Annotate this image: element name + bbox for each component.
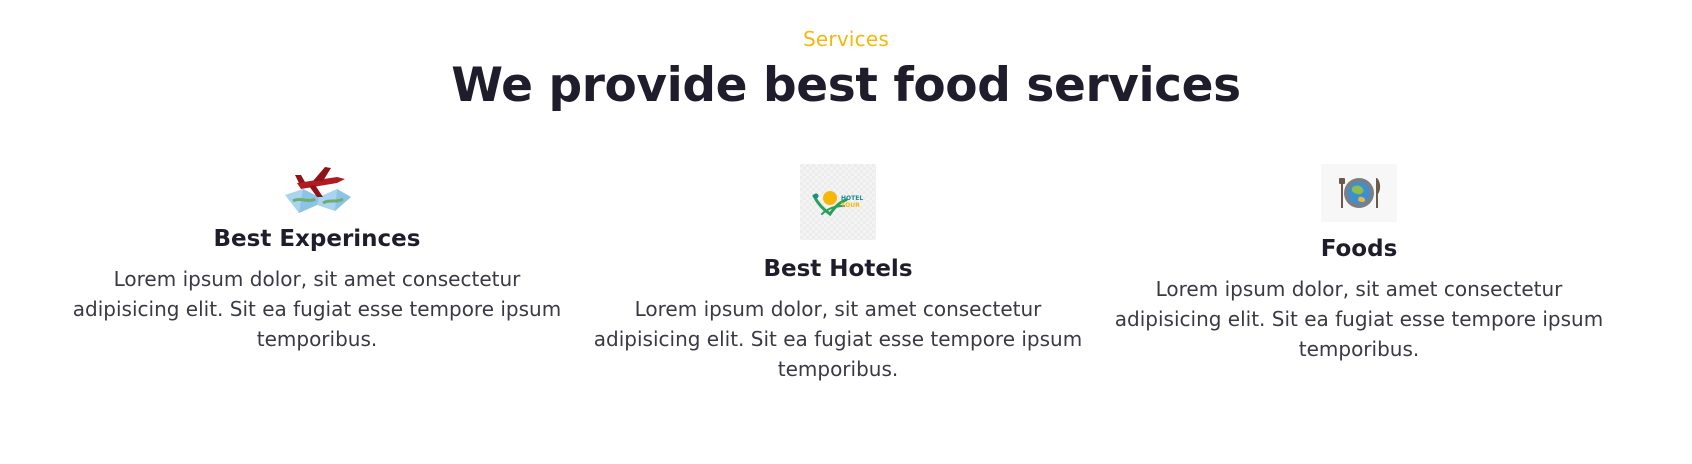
service-card-experiences: Best Experinces Lorem ipsum dolor, sit a… bbox=[57, 165, 577, 354]
service-card-title: Best Experinces bbox=[213, 226, 421, 252]
service-card-foods: Foods Lorem ipsum dolor, sit amet consec… bbox=[1099, 164, 1619, 364]
service-card-hotels: HOTEL TOUR Best Hotels Lorem ipsum dolor… bbox=[578, 164, 1098, 384]
service-card-title: Foods bbox=[1320, 236, 1398, 262]
globe-plate-icon bbox=[1321, 164, 1397, 222]
airplane-map-icon bbox=[279, 165, 355, 215]
svg-text:HOTEL: HOTEL bbox=[841, 195, 863, 202]
service-card-title: Best Hotels bbox=[763, 256, 913, 282]
svg-text:TOUR: TOUR bbox=[841, 202, 860, 209]
service-card-description: Lorem ipsum dolor, sit amet consectetur … bbox=[593, 297, 1083, 381]
section-eyebrow: Services bbox=[803, 27, 889, 51]
service-card-description: Lorem ipsum dolor, sit amet consectetur … bbox=[1114, 277, 1604, 361]
section-title: We provide best food services bbox=[451, 58, 1241, 113]
services-section: Services We provide best food services B… bbox=[0, 0, 1692, 464]
hotel-logo-icon: HOTEL TOUR bbox=[800, 164, 876, 240]
service-card-description: Lorem ipsum dolor, sit amet consectetur … bbox=[72, 267, 562, 351]
